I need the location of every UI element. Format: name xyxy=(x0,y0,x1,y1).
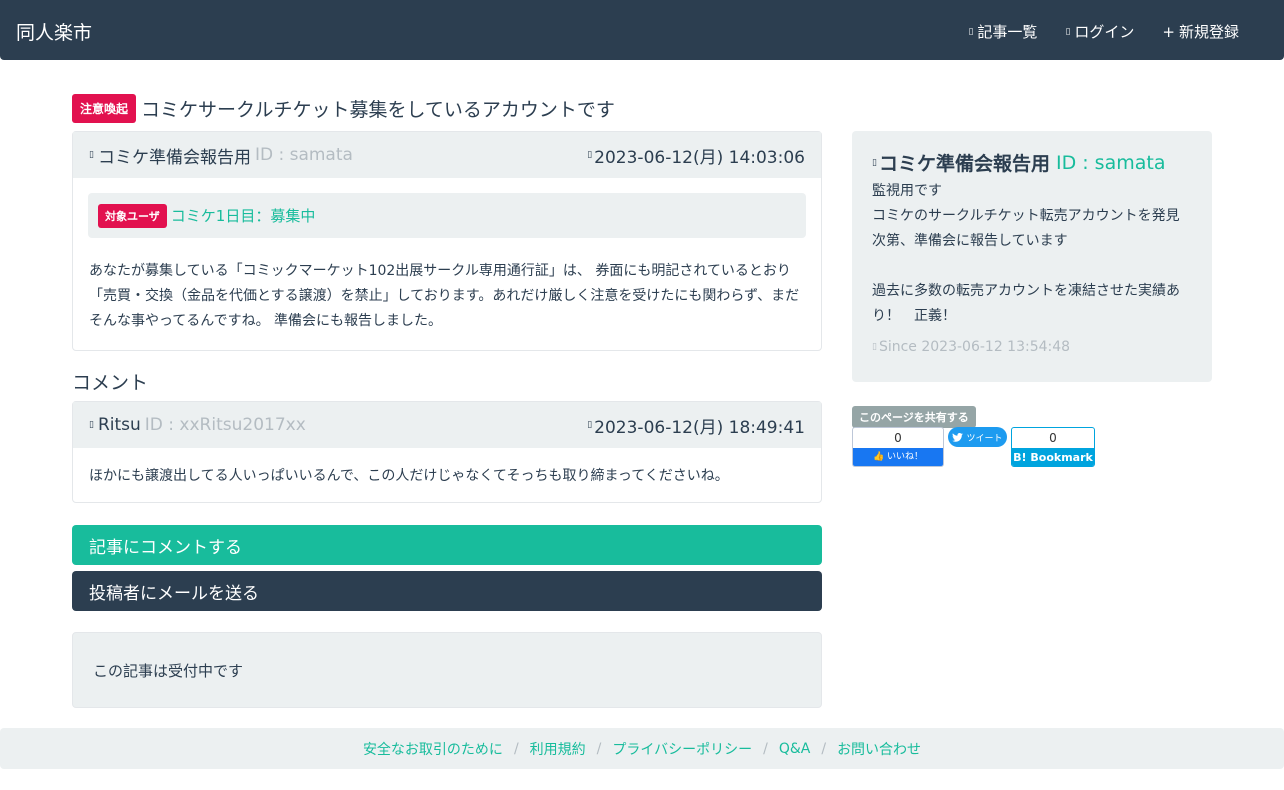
comment-date: ▯ 2023-06-12(月) 18:49:41 xyxy=(587,413,805,438)
nav-register-label: 新規登録 xyxy=(1178,23,1239,41)
twitter-share-label: ツイート xyxy=(966,433,1003,444)
comment-author-id: ID : xxRitsu2017xx xyxy=(144,415,306,435)
article-status: この記事は受付中です xyxy=(72,632,822,708)
calendar-icon: ▯ xyxy=(872,342,877,352)
twitter-bird-icon xyxy=(952,432,964,442)
nav-register[interactable]: + 新規登録 xyxy=(1162,21,1239,42)
user-icon: ▯ xyxy=(89,420,94,430)
share-label: このページを共有する xyxy=(852,406,976,428)
target-user-badge: 対象ユーザ xyxy=(98,203,167,228)
footer-link-privacy[interactable]: プライバシーポリシー xyxy=(612,739,752,759)
facebook-like-count: 0 xyxy=(894,431,902,445)
nav-links: ▯ 記事一覧 ▯ ログイン + 新規登録 xyxy=(968,21,1239,42)
author-profile-card: ▯ コミケ準備会報告用 ID : samata 監視用です コミケのサークルチケ… xyxy=(852,131,1212,382)
comment-author[interactable]: ▯ Ritsu ID : xxRitsu2017xx xyxy=(89,415,306,435)
article-status-text: この記事は受付中です xyxy=(93,661,244,680)
facebook-like-label: 👍 いいね！ xyxy=(853,448,943,466)
article-body: あなたが募集している「コミックマーケット102出展サークル専用通行証」は、 券面… xyxy=(89,263,800,329)
footer-separator: / xyxy=(763,740,768,757)
facebook-like-button[interactable]: 0 👍 いいね！ xyxy=(852,427,944,467)
twitter-share-button[interactable]: ツイート xyxy=(948,427,1007,447)
nav-article-list[interactable]: ▯ 記事一覧 xyxy=(968,21,1037,42)
article-title: コミケサークルチケット募集をしているアカウントです xyxy=(141,99,615,121)
mail-poster-button[interactable]: 投稿者にメールを送る xyxy=(72,571,822,611)
login-icon: ▯ xyxy=(1065,26,1071,37)
profile-name-row[interactable]: ▯ コミケ準備会報告用 ID : samata xyxy=(872,149,1192,176)
footer-link-qa[interactable]: Q&A xyxy=(779,741,811,757)
user-icon: ▯ xyxy=(89,150,94,160)
nav-login-label: ログイン xyxy=(1074,23,1135,41)
article-card-header: ▯ コミケ準備会報告用 ID : samata ▯ 2023-06-12(月) … xyxy=(73,132,821,178)
nav-article-list-label: 記事一覧 xyxy=(977,23,1038,41)
footer-separator: / xyxy=(821,740,827,757)
article-card: ▯ コミケ準備会報告用 ID : samata ▯ 2023-06-12(月) … xyxy=(72,131,822,351)
site-brand[interactable]: 同人楽市 xyxy=(16,18,92,45)
comment-date-text: 2023-06-12(月) 18:49:41 xyxy=(594,417,805,438)
hatena-bookmark-label: B! Bookmark xyxy=(1012,448,1094,466)
hatena-bookmark-button[interactable]: 0 B! Bookmark xyxy=(1011,427,1095,467)
comment-card: ▯ Ritsu ID : xxRitsu2017xx ▯ 2023-06-12(… xyxy=(72,401,822,503)
footer-separator: / xyxy=(513,740,519,757)
profile-name: コミケ準備会報告用 xyxy=(878,153,1050,175)
list-icon: ▯ xyxy=(968,26,974,37)
comment-card-header: ▯ Ritsu ID : xxRitsu2017xx ▯ 2023-06-12(… xyxy=(73,402,821,448)
article-author[interactable]: ▯ コミケ準備会報告用 ID : samata xyxy=(89,143,353,168)
article-date-text: 2023-06-12(月) 14:03:06 xyxy=(594,147,805,168)
thumbs-up-icon: 👍 xyxy=(872,452,885,462)
plus-icon: + xyxy=(1162,22,1175,41)
clock-icon: ▯ xyxy=(587,150,593,160)
profile-since: ▯ Since 2023-06-12 13:54:48 xyxy=(872,339,1192,355)
user-icon: ▯ xyxy=(872,157,877,168)
top-navbar: 同人楽市 ▯ 記事一覧 ▯ ログイン + 新規登録 xyxy=(0,0,1284,60)
target-user-box: 対象ユーザ コミケ1日目：募集中 xyxy=(88,193,806,238)
footer-separator: / xyxy=(596,740,602,757)
footer-link-terms[interactable]: 利用規約 xyxy=(530,739,586,759)
clock-icon: ▯ xyxy=(587,420,593,430)
footer-links: 安全なお取引のために / 利用規約 / プライバシーポリシー / Q&A / お… xyxy=(363,739,921,759)
nav-login[interactable]: ▯ ログイン xyxy=(1065,21,1134,42)
target-user-link[interactable]: コミケ1日目：募集中 xyxy=(171,205,316,226)
profile-bio: 監視用です コミケのサークルチケット転売アカウントを発見次第、準備会に報告してい… xyxy=(872,183,1180,324)
footer-link-contact[interactable]: お問い合わせ xyxy=(837,739,921,759)
comment-author-name: Ritsu xyxy=(97,415,141,435)
footer-link-safety[interactable]: 安全なお取引のために xyxy=(363,739,503,759)
profile-id: ID : samata xyxy=(1055,151,1166,174)
hatena-bookmark-count: 0 xyxy=(1049,431,1057,445)
comments-heading: コメント xyxy=(72,372,149,394)
article-title-row: 注意喚起 コミケサークルチケット募集をしているアカウントです xyxy=(72,94,615,123)
footer: 安全なお取引のために / 利用規約 / プライバシーポリシー / Q&A / お… xyxy=(0,728,1284,769)
facebook-like-text: いいね！ xyxy=(887,452,924,462)
article-date: ▯ 2023-06-12(月) 14:03:06 xyxy=(587,143,805,168)
comment-on-article-button[interactable]: 記事にコメントする xyxy=(72,525,822,565)
author-id: ID : samata xyxy=(254,145,353,165)
category-badge: 注意喚起 xyxy=(72,94,137,123)
author-name: コミケ準備会報告用 xyxy=(97,147,251,168)
comment-text: ほかにも譲渡出してる人いっぱいいるんで、この人だけじゃなくてそっちも取り締まって… xyxy=(89,468,729,484)
profile-since-text: Since 2023-06-12 13:54:48 xyxy=(878,339,1071,355)
